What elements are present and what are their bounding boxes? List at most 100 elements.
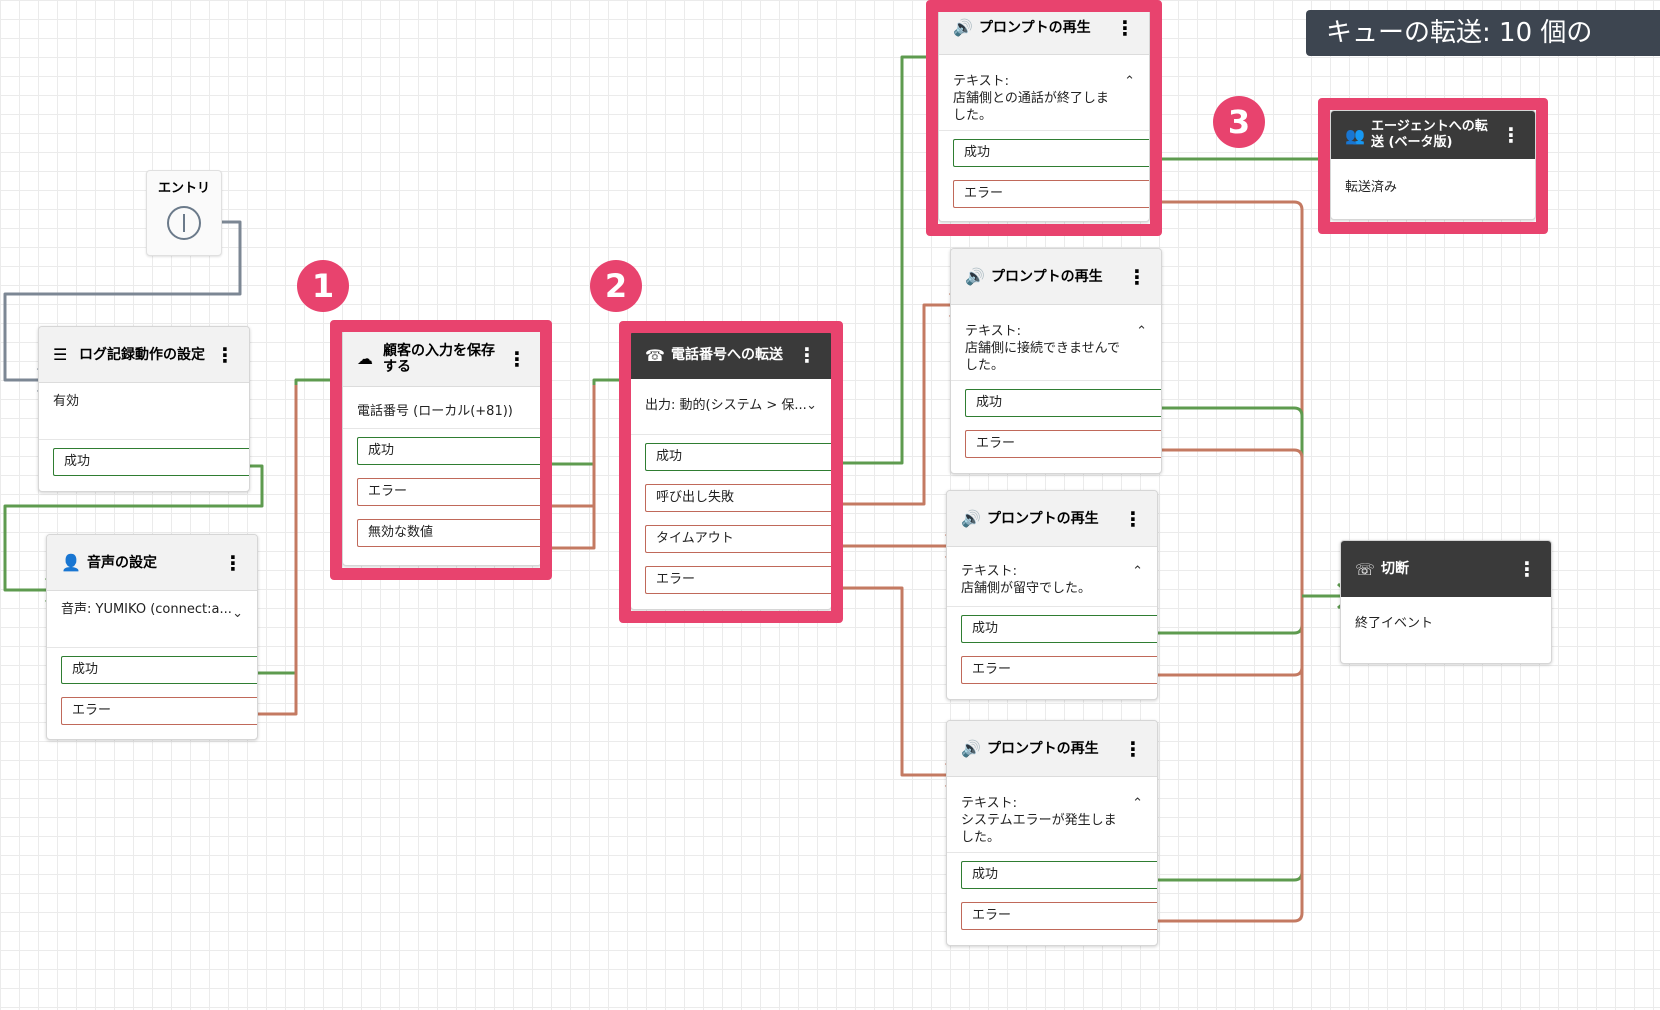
block-header: 🔊 プロンプトの再生 ⋮ — [947, 721, 1157, 777]
output-error[interactable]: エラー — [61, 697, 257, 725]
block-header: ☰ ログ記録動作の設定 ⋮ — [39, 327, 249, 383]
connector-prompt2-error — [1162, 448, 1304, 596]
step-badge-2: 2 — [590, 260, 642, 312]
output-error[interactable]: エラー — [645, 566, 831, 594]
phone-transfer-icon: ☎ — [645, 345, 665, 365]
output-error[interactable]: エラー — [357, 478, 541, 506]
connector-store-invalid — [540, 385, 596, 550]
text-label: テキスト: — [965, 324, 1021, 339]
output-success[interactable]: 成功 — [961, 615, 1157, 643]
block-header: ☁ 顧客の入力を保存する ⋮ — [343, 331, 541, 387]
entry-icon — [167, 206, 201, 240]
output-timeout[interactable]: タイムアウト — [645, 525, 831, 553]
entry-point[interactable]: エントリ — [146, 170, 222, 256]
output-target-value: 出力: 動的(システム > 保... — [645, 398, 807, 413]
text-label: テキスト: — [961, 796, 1017, 811]
block-header: ☏ 切断 ⋮ — [1341, 541, 1551, 597]
block-play-prompt-absent[interactable]: 🔊 プロンプトの再生 ⋮ テキスト: 店舗側が留守でした。 ⌃ 成功 エラー — [946, 490, 1158, 700]
block-body: 音声: YUMIKO (connect:a... ⌄ — [47, 591, 257, 648]
speaker-icon: 🔊 — [961, 509, 981, 528]
output-error[interactable]: エラー — [965, 430, 1161, 458]
prompt-text: 店舗側に接続できませんでした。 — [965, 341, 1120, 373]
more-options-icon[interactable]: ⋮ — [1111, 16, 1139, 40]
agent-group-icon: 👥 — [1345, 125, 1365, 145]
output-success[interactable]: 成功 — [357, 437, 541, 465]
block-title: プロンプトの再生 — [991, 268, 1103, 285]
output-call-failed[interactable]: 呼び出し失敗 — [645, 484, 831, 512]
block-set-voice[interactable]: 👤 音声の設定 ⋮ 音声: YUMIKO (connect:a... ⌄ 成功 … — [46, 534, 258, 740]
more-options-icon[interactable]: ⋮ — [793, 343, 821, 367]
block-body: 転送済み — [1345, 180, 1398, 195]
block-play-prompt-connect-failed[interactable]: 🔊 プロンプトの再生 ⋮ テキスト: 店舗側に接続できませんでした。 ⌃ 成功 … — [950, 248, 1162, 474]
more-options-icon[interactable]: ⋮ — [211, 343, 239, 367]
chevron-up-icon[interactable]: ⌃ — [1136, 323, 1147, 340]
connector-transfer-error — [830, 586, 958, 777]
output-success[interactable]: 成功 — [965, 389, 1161, 417]
block-title: エージェントへの転送 (ベータ版) — [1371, 119, 1488, 150]
block-title: 切断 — [1381, 561, 1409, 577]
connector-prompt4-success — [1158, 596, 1304, 882]
block-title: プロンプトの再生 — [979, 19, 1091, 36]
block-body: テキスト: システムエラーが発生しました。 ⌃ — [947, 777, 1157, 853]
block-body: 有効 — [39, 383, 249, 440]
block-play-prompt-system-error[interactable]: 🔊 プロンプトの再生 ⋮ テキスト: システムエラーが発生しました。 ⌃ 成功 … — [946, 720, 1158, 946]
queue-transfer-banner: キューの転送: 10 個の — [1306, 10, 1660, 56]
block-outputs: 成功 — [39, 440, 249, 484]
entry-label: エントリ — [157, 181, 210, 196]
block-outputs: 成功 エラー — [47, 648, 257, 733]
block-outputs: 成功 呼び出し失敗 タイムアウト エラー — [631, 435, 831, 602]
output-success[interactable]: 成功 — [53, 448, 249, 476]
output-error[interactable]: エラー — [961, 902, 1157, 930]
output-invalid-number[interactable]: 無効な数値 — [357, 519, 541, 547]
block-body: 終了イベント — [1355, 616, 1434, 631]
text-label: テキスト: — [961, 564, 1017, 579]
prompt-text: システムエラーが発生しました。 — [961, 813, 1117, 845]
block-title: 音声の設定 — [87, 554, 157, 571]
block-store-customer-input[interactable]: ☁ 顧客の入力を保存する ⋮ 電話番号 (ローカル(+81)) 成功 エラー 無… — [342, 330, 542, 566]
more-options-icon[interactable]: ⋮ — [503, 347, 531, 371]
connector-transfer-success — [830, 55, 950, 465]
block-body: テキスト: 店舗側との通話が終了しました。 ⌃ — [939, 55, 1149, 131]
connector-prompt1-error — [1148, 200, 1304, 596]
output-error[interactable]: エラー — [961, 656, 1157, 684]
connector-prompt3-success — [1158, 596, 1304, 635]
connector-prompt2-success — [1162, 406, 1304, 596]
output-success[interactable]: 成功 — [953, 139, 1149, 167]
output-success[interactable]: 成功 — [645, 443, 831, 471]
block-outputs: 成功 エラー — [947, 853, 1157, 938]
voice-icon: 👤 — [61, 553, 81, 572]
block-play-prompt-call-ended[interactable]: 🔊 プロンプトの再生 ⋮ テキスト: 店舗側との通話が終了しました。 ⌃ 成功 … — [938, 0, 1150, 222]
block-body: テキスト: 店舗側に接続できませんでした。 ⌃ — [951, 305, 1161, 381]
speaker-icon: 🔊 — [965, 267, 985, 286]
more-options-icon[interactable]: ⋮ — [1513, 557, 1541, 581]
step-badge-1: 1 — [297, 260, 349, 312]
output-error[interactable]: エラー — [953, 180, 1149, 208]
chevron-up-icon[interactable]: ⌃ — [1132, 795, 1143, 812]
block-transfer-to-phone[interactable]: ☎ 電話番号への転送 ⋮ 出力: 動的(システム > 保... ⌄ 成功 呼び出… — [630, 330, 832, 610]
more-options-icon[interactable]: ⋮ — [1119, 507, 1147, 531]
chevron-up-icon[interactable]: ⌃ — [1124, 73, 1135, 90]
output-success[interactable]: 成功 — [61, 656, 257, 684]
block-header: 🔊 プロンプトの再生 ⋮ — [939, 1, 1149, 55]
chevron-down-icon[interactable]: ⌄ — [806, 397, 817, 414]
block-outputs: 成功 エラー — [951, 381, 1161, 466]
block-disconnect[interactable]: ☏ 切断 ⋮ 終了イベント — [1340, 540, 1552, 664]
more-options-icon[interactable]: ⋮ — [1119, 737, 1147, 761]
block-title: 顧客の入力を保存する — [383, 342, 495, 375]
more-options-icon[interactable]: ⋮ — [219, 551, 247, 575]
more-options-icon[interactable]: ⋮ — [1123, 265, 1151, 289]
cloud-upload-icon: ☁ — [357, 349, 373, 368]
block-header: 🔊 プロンプトの再生 ⋮ — [951, 249, 1161, 305]
prompt-text: 店舗側との通話が終了しました。 — [953, 91, 1109, 123]
block-logging-behavior[interactable]: ☰ ログ記録動作の設定 ⋮ 有効 成功 — [38, 326, 250, 492]
output-success[interactable]: 成功 — [961, 861, 1157, 889]
chevron-down-icon[interactable]: ⌄ — [232, 605, 243, 622]
block-outputs: 成功 エラー 無効な数値 — [343, 429, 541, 555]
more-options-icon[interactable]: ⋮ — [1497, 123, 1525, 147]
chevron-up-icon[interactable]: ⌃ — [1132, 563, 1143, 580]
block-transfer-to-agent[interactable]: 👥 エージェントへの転送 (ベータ版) ⋮ 転送済み — [1330, 110, 1536, 220]
block-header: 👥 エージェントへの転送 (ベータ版) ⋮ — [1331, 111, 1535, 159]
prompt-text: 店舗側が留守でした。 — [961, 581, 1092, 596]
block-header: 🔊 プロンプトの再生 ⋮ — [947, 491, 1157, 547]
connector-prompt4-error — [1158, 596, 1304, 923]
